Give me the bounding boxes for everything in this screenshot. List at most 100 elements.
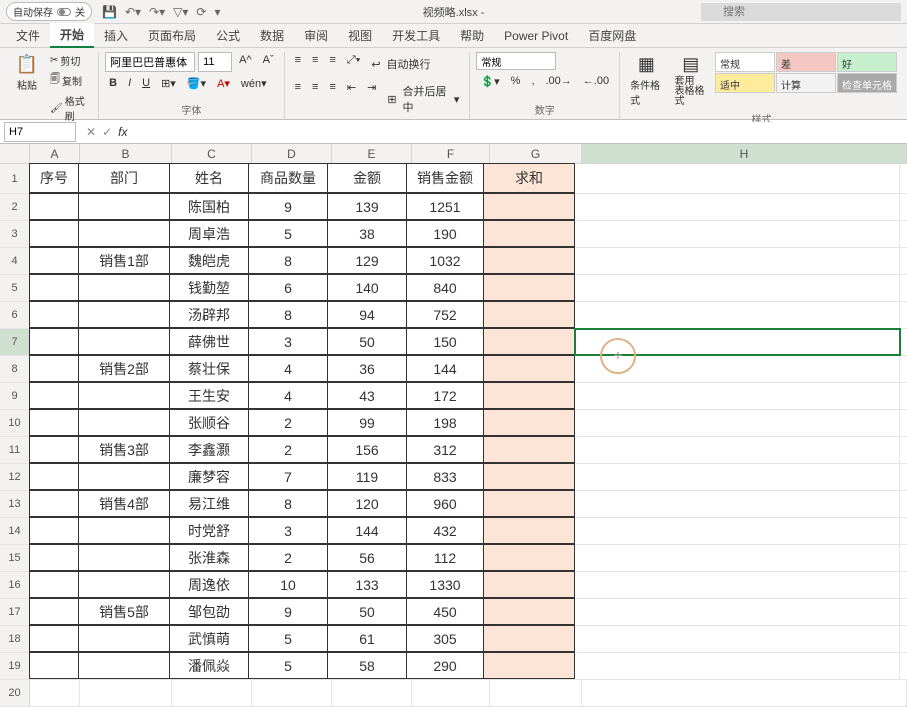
cell-D9[interactable]: 4 [248, 382, 328, 409]
cell-D14[interactable]: 3 [248, 517, 328, 544]
cell-E10[interactable]: 99 [327, 409, 407, 436]
merge-button[interactable]: ⊞ 合并后居中 ▾ [383, 79, 463, 119]
cell-H14[interactable] [575, 518, 900, 544]
row-header-8[interactable]: 8 [0, 356, 30, 382]
cell-B18[interactable] [78, 625, 170, 652]
tab-页面布局[interactable]: 页面布局 [138, 24, 206, 47]
cell-F11[interactable]: 312 [406, 436, 484, 463]
cell-B14[interactable] [78, 517, 170, 544]
bold-button[interactable]: B [105, 75, 121, 92]
cell-B6[interactable] [78, 301, 170, 328]
cell-C18[interactable]: 武慎萌 [169, 625, 249, 652]
select-all-corner[interactable] [0, 144, 30, 163]
row-header-17[interactable]: 17 [0, 599, 30, 625]
cell-G4[interactable] [483, 247, 575, 274]
cell-E7[interactable]: 50 [327, 328, 407, 355]
row-header-18[interactable]: 18 [0, 626, 30, 652]
row-header-1[interactable]: 1 [0, 164, 30, 193]
row-header-12[interactable]: 12 [0, 464, 30, 490]
cell-B10[interactable] [78, 409, 170, 436]
cell-E17[interactable]: 50 [327, 598, 407, 625]
cell-E13[interactable]: 120 [327, 490, 407, 517]
col-header-B[interactable]: B [80, 144, 172, 163]
cell-B19[interactable] [78, 652, 170, 679]
cell-F4[interactable]: 1032 [406, 247, 484, 274]
cell-H11[interactable] [575, 437, 900, 463]
cell-A16[interactable] [29, 571, 79, 598]
row-header-3[interactable]: 3 [0, 221, 30, 247]
tab-数据[interactable]: 数据 [250, 24, 294, 47]
cell-E8[interactable]: 36 [327, 355, 407, 382]
cell-C7[interactable]: 薛佛世 [169, 328, 249, 355]
row-header-19[interactable]: 19 [0, 653, 30, 679]
cell-B13[interactable]: 销售4部 [78, 490, 170, 517]
col-header-E[interactable]: E [332, 144, 412, 163]
cell-H20[interactable] [582, 680, 907, 706]
cell-G3[interactable] [483, 220, 575, 247]
style-normal[interactable]: 常规 [715, 52, 775, 72]
cell-E19[interactable]: 58 [327, 652, 407, 679]
align-right-icon[interactable]: ≡ [325, 79, 339, 119]
phonetic-icon[interactable]: wén▾ [237, 75, 271, 92]
cell-F1[interactable]: 销售金额 [406, 163, 484, 193]
cell-G9[interactable] [483, 382, 575, 409]
cell-E4[interactable]: 129 [327, 247, 407, 274]
cell-H15[interactable] [575, 545, 900, 571]
cell-G2[interactable] [483, 193, 575, 220]
cell-G8[interactable] [483, 355, 575, 382]
align-left-icon[interactable]: ≡ [291, 79, 305, 119]
cell-H17[interactable] [575, 599, 900, 625]
row-header-11[interactable]: 11 [0, 437, 30, 463]
cell-G12[interactable] [483, 463, 575, 490]
cell-A2[interactable] [29, 193, 79, 220]
cell-F17[interactable]: 450 [406, 598, 484, 625]
cell-B9[interactable] [78, 382, 170, 409]
cell-E15[interactable]: 56 [327, 544, 407, 571]
cell-A13[interactable] [29, 490, 79, 517]
decrease-font-icon[interactable]: Aˇ [259, 52, 278, 72]
cell-D5[interactable]: 6 [248, 274, 328, 301]
row-header-14[interactable]: 14 [0, 518, 30, 544]
save-icon[interactable]: 💾 [102, 5, 117, 19]
cell-G10[interactable] [483, 409, 575, 436]
align-mid-icon[interactable]: ≡ [308, 52, 322, 76]
cell-F3[interactable]: 190 [406, 220, 484, 247]
number-format-select[interactable] [476, 52, 556, 70]
cell-F20[interactable] [412, 680, 490, 706]
cell-G19[interactable] [483, 652, 575, 679]
col-header-D[interactable]: D [252, 144, 332, 163]
font-size-select[interactable] [198, 52, 232, 72]
cell-E1[interactable]: 金额 [327, 163, 407, 193]
align-top-icon[interactable]: ≡ [291, 52, 305, 76]
cell-D13[interactable]: 8 [248, 490, 328, 517]
cell-B4[interactable]: 销售1部 [78, 247, 170, 274]
cell-F19[interactable]: 290 [406, 652, 484, 679]
cell-E12[interactable]: 119 [327, 463, 407, 490]
cell-C5[interactable]: 钱勤堃 [169, 274, 249, 301]
cell-E5[interactable]: 140 [327, 274, 407, 301]
cell-C11[interactable]: 李鑫灏 [169, 436, 249, 463]
cell-H16[interactable] [575, 572, 900, 598]
cell-A12[interactable] [29, 463, 79, 490]
cell-D12[interactable]: 7 [248, 463, 328, 490]
style-neutral[interactable]: 适中 [715, 73, 775, 93]
col-header-A[interactable]: A [30, 144, 80, 163]
col-header-F[interactable]: F [412, 144, 490, 163]
search-input[interactable] [701, 3, 901, 21]
cell-A18[interactable] [29, 625, 79, 652]
cell-H18[interactable] [575, 626, 900, 652]
search-box[interactable] [701, 3, 901, 21]
tab-开始[interactable]: 开始 [50, 23, 94, 48]
cell-E20[interactable] [332, 680, 412, 706]
cell-E9[interactable]: 43 [327, 382, 407, 409]
cell-B7[interactable] [78, 328, 170, 355]
cell-B15[interactable] [78, 544, 170, 571]
cell-C2[interactable]: 陈国柏 [169, 193, 249, 220]
cell-C3[interactable]: 周卓浩 [169, 220, 249, 247]
cell-E6[interactable]: 94 [327, 301, 407, 328]
cell-F15[interactable]: 112 [406, 544, 484, 571]
cell-H3[interactable] [575, 221, 900, 247]
cell-D8[interactable]: 4 [248, 355, 328, 382]
align-bot-icon[interactable]: ≡ [325, 52, 339, 76]
cell-D2[interactable]: 9 [248, 193, 328, 220]
